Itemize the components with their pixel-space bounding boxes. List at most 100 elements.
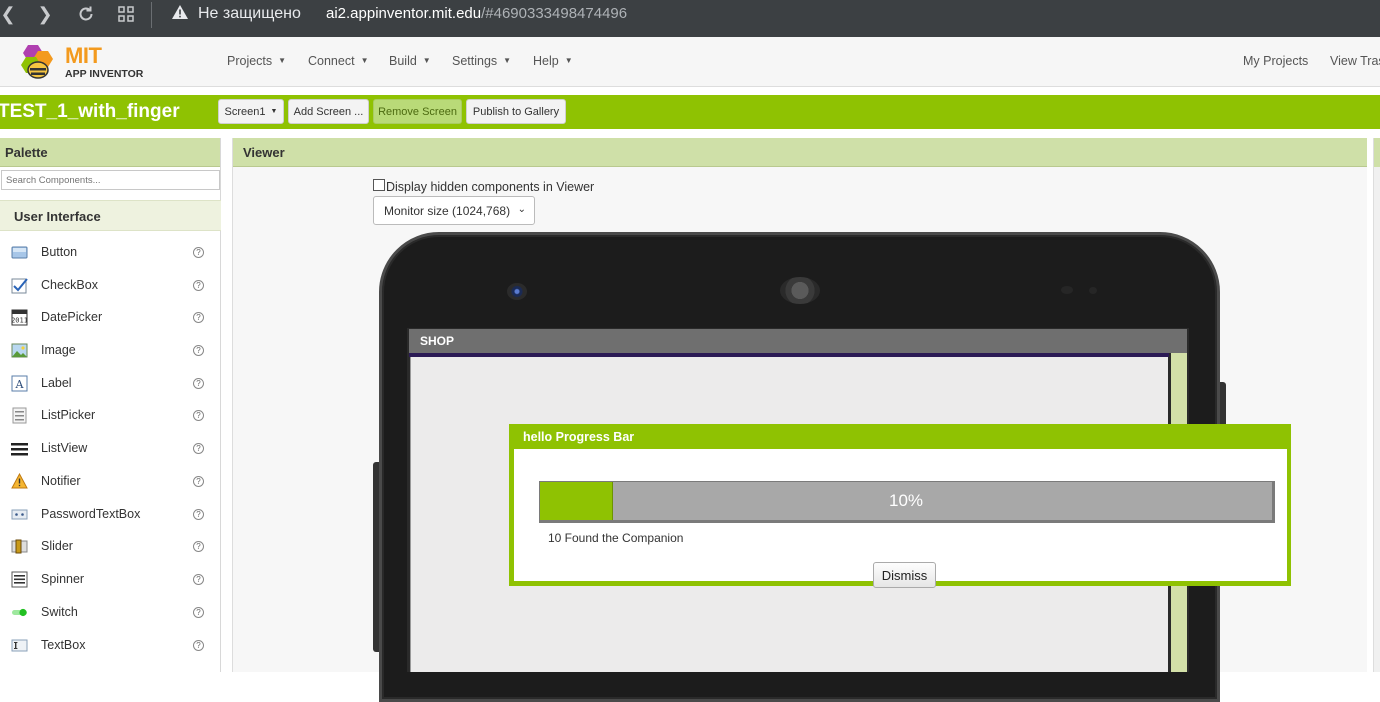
menu-help-label: Help: [533, 54, 559, 68]
address-bar[interactable]: ai2.appinventor.mit.edu/#469033349847449…: [326, 5, 627, 22]
palette-item-datepicker[interactable]: 2011 DatePicker ?: [0, 301, 221, 333]
dialog-title: hello Progress Bar: [523, 430, 635, 444]
logo-app-inventor-text: APP INVENTOR: [65, 68, 144, 80]
logo-mit-text: MIT: [65, 43, 102, 68]
palette-item-notifier[interactable]: Notifier ?: [0, 465, 221, 497]
palette-item-button[interactable]: Button ?: [0, 236, 221, 268]
help-icon[interactable]: ?: [193, 246, 204, 258]
remove-screen-button[interactable]: Remove Screen: [373, 99, 462, 124]
palette-item-label: ListPicker: [41, 408, 96, 422]
help-icon[interactable]: ?: [193, 344, 204, 356]
help-icon[interactable]: ?: [193, 311, 204, 323]
reload-icon[interactable]: [72, 0, 100, 28]
palette-item-label: PasswordTextBox: [41, 507, 141, 521]
palette-item-listview[interactable]: ListView ?: [0, 432, 221, 464]
label-icon: A: [11, 375, 28, 391]
menu-projects-label: Projects: [227, 54, 273, 68]
caret-down-icon: ▼: [360, 56, 369, 65]
view-trash-link[interactable]: View Tras: [1330, 54, 1380, 68]
help-icon[interactable]: ?: [193, 639, 204, 651]
caret-down-icon: ▼: [422, 56, 431, 65]
palette-item-label: DatePicker: [41, 310, 103, 324]
palette-item-label: Image: [41, 343, 76, 357]
palette-title: Palette: [0, 138, 220, 167]
palette-item-label: TextBox: [41, 638, 86, 652]
help-icon[interactable]: ?: [193, 377, 204, 389]
menu-connect[interactable]: Connect ▼: [308, 54, 368, 68]
project-name: TEST_1_with_finger: [0, 101, 180, 122]
palette-item-spinner[interactable]: Spinner ?: [0, 563, 221, 595]
add-screen-button[interactable]: Add Screen ...: [288, 99, 369, 124]
help-icon[interactable]: ?: [193, 573, 204, 585]
palette-item-passwordtextbox[interactable]: PasswordTextBox ?: [0, 498, 221, 530]
top-navigation: MIT APP INVENTOR Projects ▼ Connect ▼ Buil…: [0, 37, 1380, 87]
help-icon[interactable]: ?: [193, 279, 204, 291]
menu-connect-label: Connect: [308, 54, 355, 68]
caret-down-icon: ▼: [278, 56, 287, 65]
palette-item-label: Notifier: [41, 474, 81, 488]
spinner-icon: [11, 571, 28, 587]
help-icon[interactable]: ?: [193, 409, 204, 421]
help-icon[interactable]: ?: [193, 508, 204, 520]
insecure-label[interactable]: Не защищено: [198, 5, 301, 23]
category-user-interface[interactable]: User Interface: [0, 200, 221, 231]
monitor-size-value: Monitor size (1024,768): [384, 204, 511, 218]
palette-item-label: Button: [41, 245, 78, 259]
help-icon[interactable]: ?: [193, 442, 204, 454]
back-icon[interactable]: ❮: [0, 0, 22, 28]
palette-item-checkbox[interactable]: CheckBox ?: [0, 269, 221, 301]
forward-icon[interactable]: ❯: [31, 0, 59, 28]
palette-item-image[interactable]: Image ?: [0, 334, 221, 366]
progress-message: 10 Found the Companion: [548, 531, 684, 545]
tab-grid-icon[interactable]: [112, 0, 140, 28]
slider-icon: [11, 539, 28, 553]
palette-item-switch[interactable]: Switch ?: [0, 596, 221, 628]
help-icon[interactable]: ?: [193, 540, 204, 552]
menu-build-label: Build: [389, 54, 417, 68]
screen-title-bar: SHOP: [409, 329, 1187, 353]
screen-select-button[interactable]: Screen1 ▼: [218, 99, 284, 124]
palette-item-label: CheckBox: [41, 278, 98, 292]
display-hidden-components-checkbox[interactable]: [373, 179, 385, 191]
properties-panel-edge: [1373, 138, 1380, 672]
publish-to-gallery-button[interactable]: Publish to Gallery: [466, 99, 566, 124]
warning-icon[interactable]: [171, 4, 189, 23]
url-host: ai2.appinventor.mit.edu: [326, 5, 482, 22]
help-icon[interactable]: ?: [193, 475, 204, 487]
menu-help[interactable]: Help ▼: [533, 54, 573, 68]
dismiss-button[interactable]: Dismiss: [873, 562, 936, 588]
palette-item-label: Label: [41, 376, 72, 390]
passwordtextbox-icon: [11, 509, 28, 519]
browser-toolbar: ❮ ❯ Не защищено ai2.appinventor.mit.edu/…: [0, 0, 1380, 37]
caret-down-icon: ▼: [564, 56, 573, 65]
menu-projects[interactable]: Projects ▼: [227, 54, 286, 68]
palette-item-label: ListView: [41, 441, 88, 455]
viewer-title: Viewer: [233, 138, 1367, 167]
app-inventor-logo[interactable]: MIT APP INVENTOR: [18, 41, 148, 83]
palette-item-listpicker[interactable]: ListPicker ?: [0, 399, 221, 431]
speaker-icon: [780, 277, 820, 304]
bee-logo-icon: [21, 45, 53, 79]
svg-text:A: A: [15, 378, 25, 391]
properties-panel-header: [1374, 138, 1380, 167]
help-icon[interactable]: ?: [193, 606, 204, 618]
menu-settings-label: Settings: [452, 54, 498, 68]
menu-build[interactable]: Build ▼: [389, 54, 431, 68]
camera-icon: [507, 283, 527, 300]
progress-dialog: hello Progress Bar 10% 10 Found the Comp…: [509, 424, 1291, 588]
palette-panel: Palette User Interface Button ? CheckBox…: [0, 138, 221, 672]
palette-item-label[interactable]: A Label ?: [0, 367, 221, 399]
toolbar-divider: [151, 2, 152, 28]
menu-settings[interactable]: Settings ▼: [452, 54, 511, 68]
palette-item-slider[interactable]: Slider ?: [0, 530, 221, 562]
image-icon: [11, 343, 28, 357]
notifier-icon: [11, 472, 28, 488]
palette-item-label: Spinner: [41, 572, 85, 586]
svg-text:2011: 2011: [11, 316, 28, 324]
my-projects-link[interactable]: My Projects: [1243, 54, 1308, 68]
palette-item-textbox[interactable]: TextBox ?: [0, 629, 221, 661]
chevron-down-icon: ⌄: [517, 204, 526, 215]
monitor-size-select[interactable]: Monitor size (1024,768) ⌄: [373, 196, 535, 225]
search-components-input[interactable]: [1, 170, 220, 190]
textbox-icon: [11, 639, 28, 651]
